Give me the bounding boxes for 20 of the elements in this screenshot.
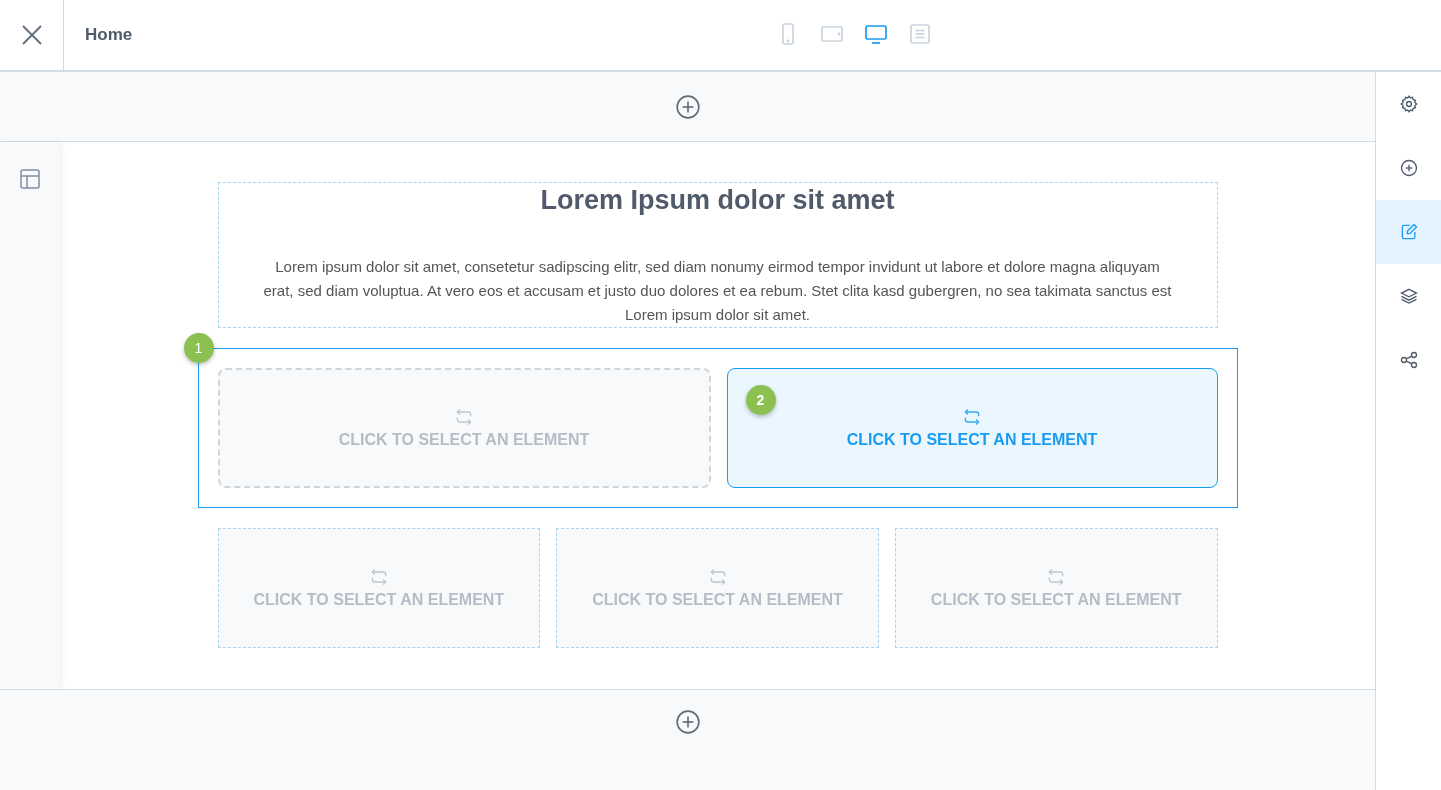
swap-icon (962, 407, 982, 427)
layout-icon[interactable] (18, 167, 42, 191)
element-placeholder[interactable]: 2 CLICK TO SELECT AN ELEMENT (726, 368, 1218, 488)
monitor-icon[interactable] (864, 22, 888, 46)
paragraph: Lorem ipsum dolor sit amet, consetetur sadipscing elitr, sed diam nonumy eirmod tempor invidunt ut labore et dolore magna aliquyam erat, sed diam voluptua. At vero eos et accusam et justo duo dolores et ea rebum. Stet clita kasd gubergren, no sea takimata sanctus est Lorem ipsum dolor sit amet. (262, 257, 1173, 325)
edit-icon[interactable] (1376, 200, 1441, 264)
close-icon (20, 24, 43, 46)
element-placeholder[interactable]: CLICK TO SELECT AN ELEMENT (217, 528, 541, 648)
section[interactable]: CLICK TO SELECT AN ELEMENT CLICK TO SELECT AN ELEMENT CLICK TO SELECT AN ELEMENT (217, 528, 1218, 648)
document-icon[interactable] (908, 22, 932, 46)
element-placeholder[interactable]: CLICK TO SELECT AN ELEMENT (894, 528, 1218, 648)
add-icon[interactable] (674, 709, 701, 735)
number-badge: 2 (745, 385, 776, 415)
element-placeholder[interactable]: CLICK TO SELECT AN ELEMENT (556, 528, 879, 648)
element-placeholder[interactable]: CLICK TO SELECT AN ELEMENT (217, 368, 711, 488)
swap-icon (454, 407, 474, 427)
heading: Lorem Ipsum dolor sit amet (540, 184, 895, 216)
page-title: Home (85, 25, 133, 45)
add-icon[interactable] (674, 93, 701, 120)
number-badge: 1 (183, 333, 214, 363)
